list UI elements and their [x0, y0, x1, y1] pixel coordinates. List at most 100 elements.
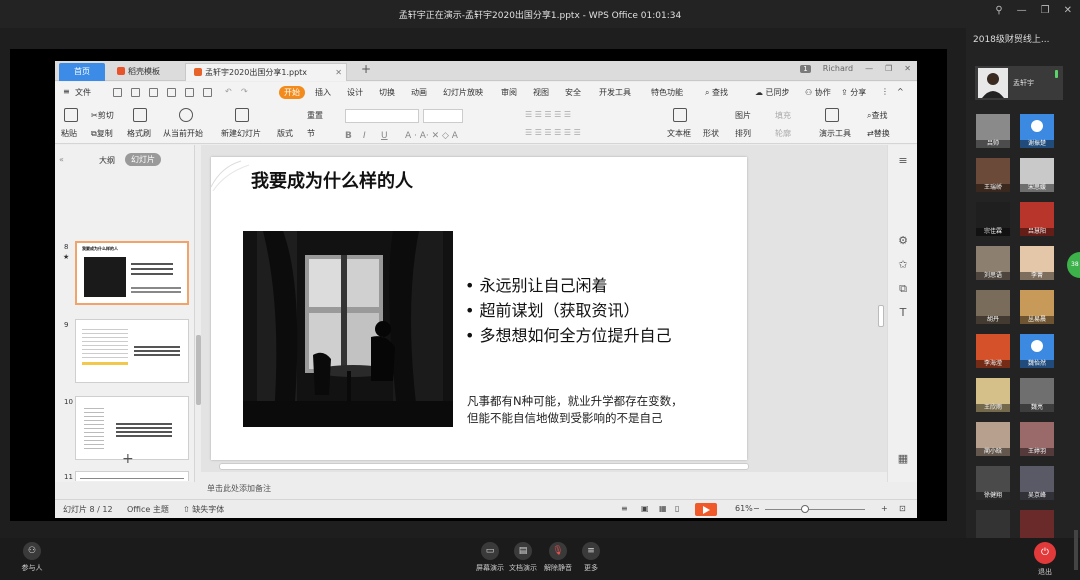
participant-tile[interactable]: 宗佳霖	[976, 202, 1010, 236]
notes-placeholder[interactable]: 单击此处添加备注	[207, 483, 271, 494]
textbox-icon[interactable]	[673, 108, 687, 122]
participant-tile[interactable]: 李菁	[1020, 246, 1054, 280]
window-count-badge[interactable]: 1	[800, 64, 811, 73]
italic-button[interactable]: I	[363, 131, 366, 141]
slide-title[interactable]: 我要成为什么样的人	[251, 167, 413, 193]
play-slideshow-button[interactable]	[695, 503, 717, 516]
format-painter-button[interactable]: 格式刷	[127, 128, 151, 139]
paragraph-icons[interactable]: ☰ ☰ ☰ ☰ ☰	[525, 110, 571, 119]
print-preview-icon[interactable]	[167, 88, 176, 97]
tab-close-icon[interactable]: ✕	[335, 64, 342, 82]
reading-view-icon[interactable]: ▯	[675, 504, 679, 513]
leave-button[interactable]: ⏻ 退出	[1025, 542, 1065, 577]
slide-thumbnail[interactable]: 我要成为什么样的人	[75, 241, 189, 305]
tab-templates[interactable]: 稻壳模板	[109, 63, 168, 81]
thumbnail-row-9[interactable]: 9	[55, 319, 195, 385]
presenter-tools-icon[interactable]	[825, 108, 839, 122]
slide-photo[interactable]	[243, 231, 453, 427]
theme-name[interactable]: Office 主题	[127, 504, 169, 515]
undo-icon[interactable]: ↶	[225, 87, 232, 96]
format-icon[interactable]	[185, 88, 194, 97]
participant-tile[interactable]: 丛易晨	[1020, 290, 1054, 324]
minimize-button[interactable]: —	[1017, 5, 1027, 16]
picture-button[interactable]: 图片	[735, 110, 751, 121]
menu-design[interactable]: 设计	[347, 87, 363, 98]
menu-devtools[interactable]: 开发工具	[599, 87, 631, 98]
redo-icon[interactable]: ↷	[241, 87, 248, 96]
shape-button[interactable]: 形状	[703, 128, 719, 139]
paste-button[interactable]: 粘贴	[61, 128, 77, 139]
menu-insert[interactable]: 插入	[315, 87, 331, 98]
collapse-pane-icon[interactable]: «	[59, 155, 64, 164]
participant-tile[interactable]: 魏怡然	[1020, 334, 1054, 368]
copy-button[interactable]: ⧉复制	[91, 128, 113, 139]
more-menu-icon[interactable]: ⋮	[881, 87, 889, 96]
zoom-out-button[interactable]: −	[753, 504, 760, 513]
participant-tile[interactable]: 蔺小晗	[976, 422, 1010, 456]
from-current-button[interactable]: 从当前开始	[163, 128, 203, 139]
animation-icon[interactable]: ⧉	[897, 283, 909, 295]
wps-close-button[interactable]: ✕	[904, 64, 911, 73]
menu-security[interactable]: 安全	[565, 87, 581, 98]
participant-tile[interactable]: 宋思媛	[1020, 158, 1054, 192]
slide-note-text[interactable]: 凡事都有N种可能，就业升学都存在变数， 但能不能自信地做到受影响的不是自己	[467, 393, 683, 427]
grid-icon[interactable]: ▦	[897, 453, 909, 465]
menu-collab[interactable]: ⚇ 协作	[805, 87, 831, 98]
menu-animation[interactable]: 动画	[411, 87, 427, 98]
menu-special[interactable]: 特色功能	[651, 87, 683, 98]
new-slide-button[interactable]: 新建幻灯片	[221, 128, 261, 139]
menu-sync[interactable]: ☁ 已同步	[755, 87, 790, 98]
participant-tile[interactable]: 胡丹	[976, 290, 1010, 324]
wps-minimize-button[interactable]: —	[865, 64, 873, 73]
sorter-view-icon[interactable]: ▦	[659, 504, 667, 513]
slide-thumbnail[interactable]	[75, 319, 189, 383]
slide-thumbnail[interactable]	[75, 471, 189, 481]
thumbnail-row-11[interactable]: 11	[55, 471, 195, 481]
participant-tile[interactable]: 王瑞峤	[976, 158, 1010, 192]
notes-toggle-icon[interactable]: ≡	[621, 504, 628, 513]
meeting-group-name[interactable]: 2018级财贸线上...	[973, 32, 1050, 45]
menu-slideshow[interactable]: 幻灯片放映	[443, 87, 483, 98]
participant-tile[interactable]: 王婷羽	[1020, 422, 1054, 456]
participant-tile[interactable]: 徐健翔	[976, 466, 1010, 500]
arrange-button[interactable]: 排列	[735, 128, 751, 139]
thumbnail-row-8[interactable]: 8 ★ 我要成为什么样的人	[55, 241, 195, 307]
restore-button[interactable]: ❐	[1041, 5, 1050, 16]
play-from-current-icon[interactable]	[179, 108, 193, 122]
section-button[interactable]: 节	[307, 128, 315, 139]
underline-button[interactable]: U	[381, 131, 388, 141]
presenter-tools-button[interactable]: 演示工具	[819, 128, 851, 139]
outline-button[interactable]: 轮廓	[775, 128, 791, 139]
menu-transition[interactable]: 切换	[379, 87, 395, 98]
participant-tile[interactable]: 刘思语	[976, 246, 1010, 280]
bold-button[interactable]: B	[345, 131, 352, 141]
fill-button[interactable]: 填充	[775, 110, 791, 121]
save-icon[interactable]	[113, 88, 122, 97]
close-button[interactable]: ✕	[1064, 5, 1072, 16]
vertical-scrollbar[interactable]	[878, 305, 884, 327]
pin-icon[interactable]: ⚲	[995, 5, 1002, 16]
textbox-button[interactable]: 文本框	[667, 128, 691, 139]
normal-view-icon[interactable]: ▣	[641, 504, 649, 513]
user-name[interactable]: Richard	[823, 64, 853, 73]
add-slide-button[interactable]: +	[122, 451, 134, 467]
paste-icon[interactable]	[64, 108, 78, 122]
doc-share-button[interactable]: ▤ 文档演示	[503, 542, 543, 573]
text-icon[interactable]: T	[897, 307, 909, 319]
new-tab-button[interactable]: +	[361, 62, 371, 76]
hamburger-icon[interactable]: ≡	[63, 87, 70, 96]
tab-file[interactable]: 孟轩宇2020出国分享1.pptx ✕	[185, 63, 347, 81]
align-icons[interactable]: ☰ ☰ ☰ ☰ ☰ ☰	[525, 128, 581, 137]
reset-button[interactable]: 重置	[307, 110, 323, 121]
font-size-select[interactable]	[423, 109, 463, 123]
menu-search[interactable]: ⌕ 查找	[705, 87, 728, 98]
text-format-icons[interactable]: A · A· ✕ ◇ A	[405, 131, 458, 141]
notes-bar[interactable]: 单击此处添加备注	[201, 482, 917, 496]
zoom-slider-track[interactable]	[765, 509, 865, 510]
participant-tile[interactable]: 魏亮	[1020, 378, 1054, 412]
menu-file[interactable]: 文件	[75, 87, 91, 98]
slide[interactable]: 我要成为什么样的人 • 永远别让自己闲着 • 超前谋划（获取资讯） • 多想想如…	[211, 157, 747, 460]
collapse-ribbon-icon[interactable]: ^	[897, 87, 904, 96]
collapse-icon[interactable]: ≡	[897, 155, 909, 167]
format-painter-icon[interactable]	[133, 108, 147, 122]
